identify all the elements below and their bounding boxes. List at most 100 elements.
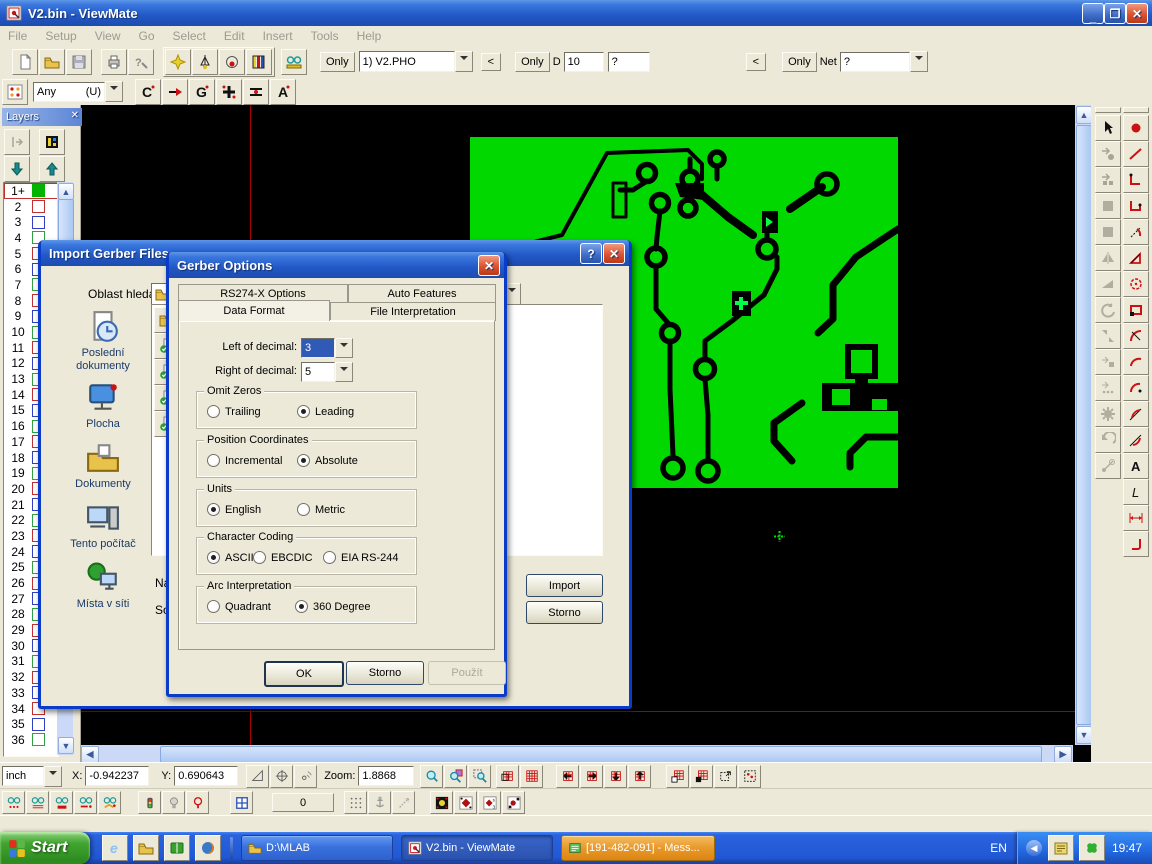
- scroll-up-icon[interactable]: ▲: [1076, 106, 1092, 124]
- arc2-icon[interactable]: [1123, 349, 1149, 375]
- layers-close-icon[interactable]: ✕: [71, 110, 79, 121]
- radio-absolute[interactable]: Absolute: [297, 454, 358, 467]
- layer-color-swatch[interactable]: [32, 184, 45, 197]
- radio-leading[interactable]: Leading: [297, 405, 354, 418]
- arc1-icon[interactable]: [1123, 323, 1149, 349]
- only-layer-button[interactable]: Only: [320, 52, 355, 72]
- window-grid-icon[interactable]: [230, 791, 253, 814]
- arc3-icon[interactable]: [1123, 375, 1149, 401]
- vis-draw-icon[interactable]: [74, 791, 97, 814]
- label-icon[interactable]: L: [1123, 479, 1149, 505]
- lamp-solid-icon[interactable]: [162, 791, 185, 814]
- step-icon[interactable]: [1095, 375, 1121, 401]
- print-icon[interactable]: [101, 49, 127, 75]
- origin-probe-icon[interactable]: [294, 765, 317, 788]
- save-file-icon[interactable]: [66, 49, 92, 75]
- layers-panel-titlebar[interactable]: Layers ✕: [2, 108, 82, 126]
- firefox-icon[interactable]: [195, 835, 221, 861]
- net-combo-arrow-icon[interactable]: [910, 51, 928, 72]
- place-documents[interactable]: Dokumenty: [55, 441, 151, 491]
- transform-icon[interactable]: [1095, 453, 1121, 479]
- counter-field[interactable]: 0: [272, 793, 334, 812]
- rotate-icon[interactable]: [1095, 297, 1121, 323]
- triangle-icon[interactable]: [1123, 245, 1149, 271]
- task-viewmate[interactable]: V2.bin - ViewMate: [401, 835, 553, 861]
- task-mlab[interactable]: D:\MLAB: [241, 835, 393, 861]
- ok-button[interactable]: OK: [264, 661, 344, 687]
- horizontal-scrollbar[interactable]: ◀ ▶: [80, 745, 1073, 762]
- arc4-icon[interactable]: [1123, 401, 1149, 427]
- vis-lines-icon[interactable]: [26, 791, 49, 814]
- dcode-colors-icon[interactable]: [2, 79, 28, 105]
- film-colors-icon[interactable]: [246, 49, 272, 75]
- target-circle-icon[interactable]: [219, 49, 245, 75]
- layer-row[interactable]: 35: [4, 716, 58, 732]
- pattern-dcode-icon[interactable]: s3: [478, 791, 501, 814]
- layer-color-swatch[interactable]: [32, 216, 45, 229]
- gear-icon[interactable]: [1095, 401, 1121, 427]
- menu-edit[interactable]: Edit: [224, 29, 245, 43]
- menu-view[interactable]: View: [95, 29, 121, 43]
- radio-metric[interactable]: Metric: [297, 503, 345, 516]
- menu-tools[interactable]: Tools: [311, 29, 339, 43]
- net-combo[interactable]: ?: [840, 52, 910, 72]
- text-icon[interactable]: A: [1123, 453, 1149, 479]
- place-recent[interactable]: Poslednídokumenty: [55, 310, 151, 373]
- vis-sketch-icon[interactable]: [98, 791, 121, 814]
- move-item-icon[interactable]: [1095, 349, 1121, 375]
- toolbar-handle[interactable]: [1095, 107, 1121, 113]
- filter-plus-icon[interactable]: [216, 79, 242, 105]
- dcode-value-field[interactable]: 10: [564, 52, 604, 72]
- jump-arrows-icon[interactable]: [392, 791, 415, 814]
- cursor-icon[interactable]: [1095, 115, 1121, 141]
- toolbar-handle[interactable]: [1123, 107, 1149, 113]
- arc5-icon[interactable]: [1123, 427, 1149, 453]
- zoom-select-icon[interactable]: [468, 765, 491, 788]
- arrow-up-icon[interactable]: [39, 156, 65, 182]
- filter-a-icon[interactable]: A: [270, 79, 296, 105]
- move-a-icon[interactable]: [1095, 141, 1121, 167]
- layer-row[interactable]: 3: [4, 214, 58, 230]
- horizontal-scroll-thumb[interactable]: [160, 746, 1042, 763]
- minimize-button[interactable]: _: [1082, 3, 1104, 24]
- zoom-grid-icon[interactable]: [444, 765, 467, 788]
- close-button[interactable]: ✕: [1126, 3, 1148, 24]
- scroll-right-icon[interactable]: ▶: [1054, 746, 1072, 763]
- select-dots-icon[interactable]: [738, 765, 761, 788]
- language-indicator[interactable]: EN: [990, 841, 1007, 855]
- pad-icon[interactable]: [1123, 115, 1149, 141]
- radio-360-degree[interactable]: 360 Degree: [295, 600, 371, 613]
- place-network[interactable]: Místa v síti: [55, 561, 151, 611]
- scroll-down-icon[interactable]: ▼: [1076, 726, 1092, 744]
- filter-g-icon[interactable]: G: [189, 79, 215, 105]
- dot-grid-icon[interactable]: [344, 791, 367, 814]
- new-file-icon[interactable]: [12, 49, 38, 75]
- layer-scroll-down-icon[interactable]: ▼: [58, 737, 74, 754]
- only-dcode-button[interactable]: Only: [515, 52, 550, 72]
- square-a-icon[interactable]: [1095, 193, 1121, 219]
- gerber-cancel-button[interactable]: Storno: [346, 661, 424, 685]
- vertical-scrollbar[interactable]: ▲ ▼: [1075, 105, 1091, 745]
- scroll-left-icon[interactable]: ◀: [81, 746, 99, 763]
- skew-icon[interactable]: [1095, 271, 1121, 297]
- circle-tool-icon[interactable]: [1123, 271, 1149, 297]
- grid-sub-icon[interactable]: [690, 765, 713, 788]
- angle-tool-icon[interactable]: [246, 765, 269, 788]
- book-icon[interactable]: [164, 835, 190, 861]
- layer-color-swatch[interactable]: [32, 200, 45, 213]
- line-icon[interactable]: [1123, 141, 1149, 167]
- folder-ql-icon[interactable]: [133, 835, 159, 861]
- menu-setup[interactable]: Setup: [45, 29, 76, 43]
- layer-combo[interactable]: 1) V2.PHO: [359, 51, 455, 72]
- vis-flash-icon[interactable]: [50, 791, 73, 814]
- clover-icon[interactable]: [1079, 835, 1105, 861]
- layer-scroll-up-icon[interactable]: ▲: [58, 183, 74, 200]
- grid-frame-icon[interactable]: [496, 765, 519, 788]
- dimension-icon[interactable]: [1123, 505, 1149, 531]
- grid-add-icon[interactable]: [666, 765, 689, 788]
- filter-combo-arrow-icon[interactable]: [105, 81, 123, 102]
- measure-glasses-icon[interactable]: [281, 49, 307, 75]
- start-button[interactable]: Start: [0, 832, 90, 864]
- scale-icon[interactable]: [1095, 323, 1121, 349]
- ie-icon[interactable]: e: [102, 835, 128, 861]
